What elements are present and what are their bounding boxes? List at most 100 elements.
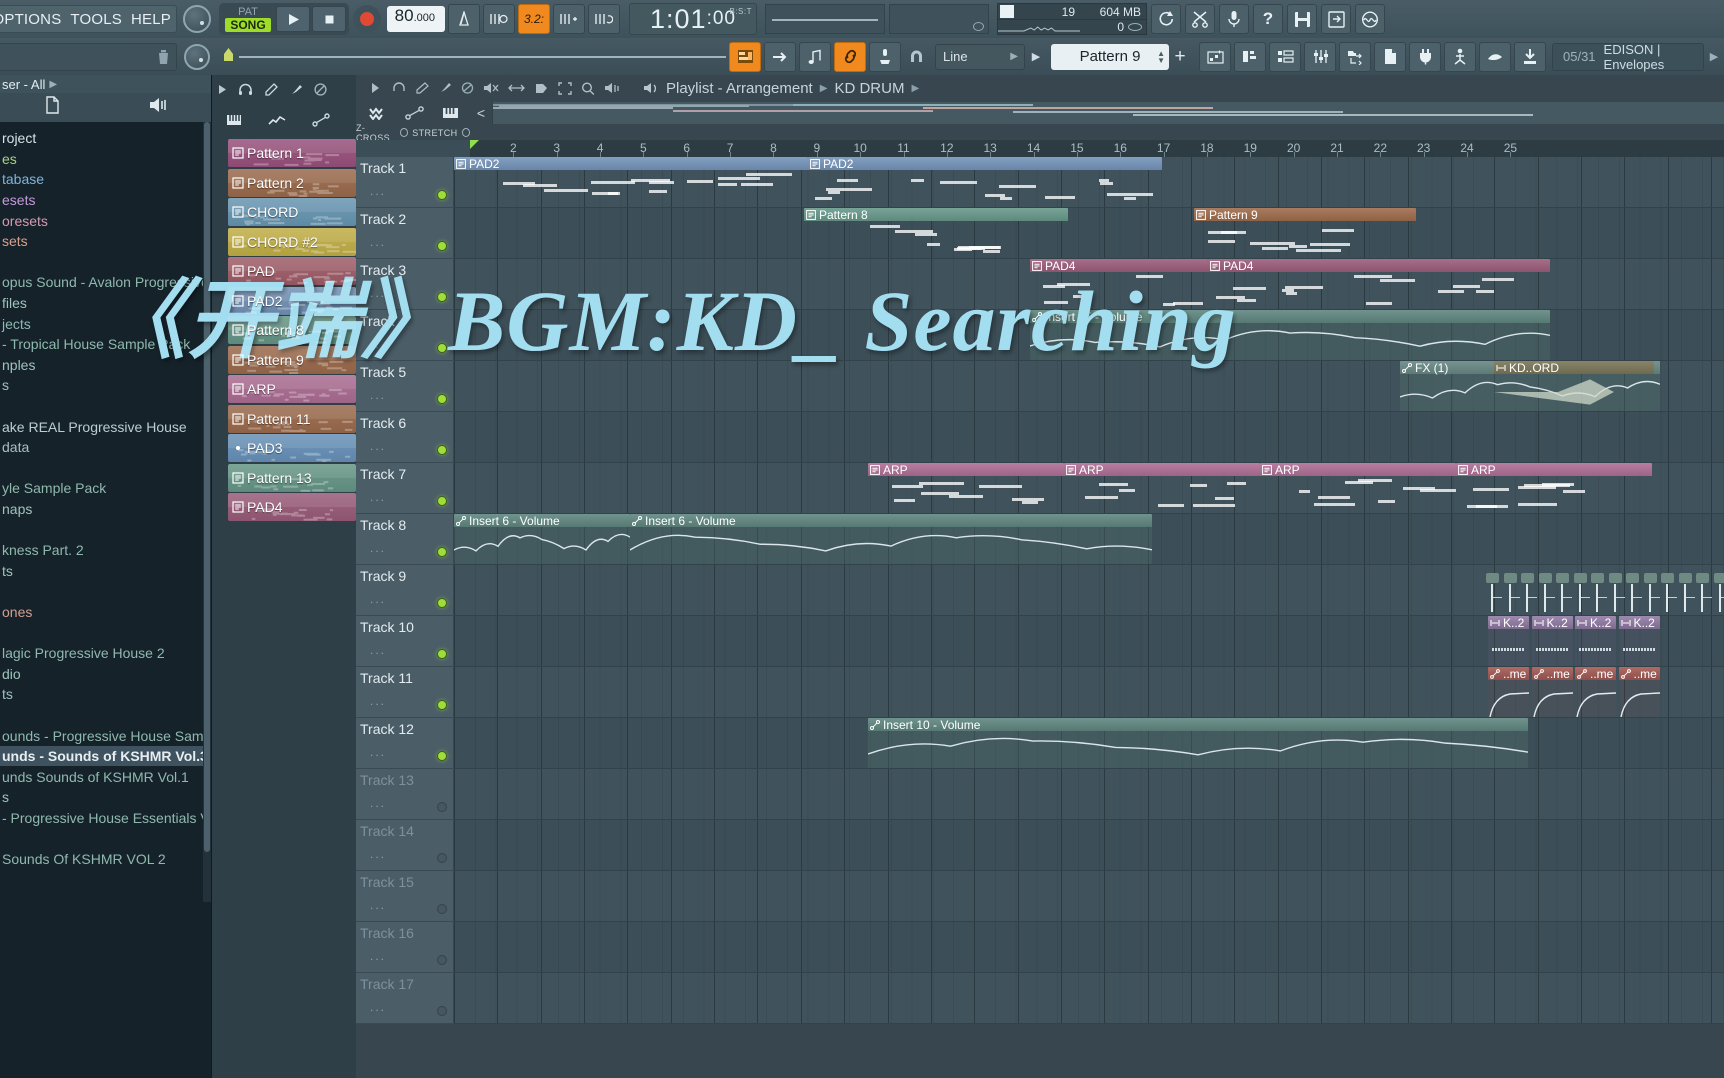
browser-scroll-thumb[interactable] bbox=[204, 122, 210, 852]
track-lane[interactable]: ..me ..me ..me ..me bbox=[454, 667, 1724, 718]
track-header[interactable]: Track 14... bbox=[356, 820, 454, 871]
playlist-clip[interactable]: PAD2 bbox=[454, 157, 808, 207]
browser-item[interactable]: nples bbox=[0, 355, 211, 376]
magnet-icon[interactable] bbox=[368, 106, 387, 120]
track-led[interactable] bbox=[437, 904, 447, 914]
loop-record-button[interactable] bbox=[588, 4, 620, 34]
quantize-button[interactable]: 3.2: bbox=[518, 4, 550, 34]
edition-next-arrow[interactable]: ▶ bbox=[1704, 50, 1724, 63]
stretch-toggle[interactable] bbox=[461, 128, 470, 137]
master-volume-knob[interactable] bbox=[183, 5, 211, 33]
export-button[interactable] bbox=[1321, 4, 1351, 34]
playlist-clip[interactable]: K..2 bbox=[1575, 616, 1616, 666]
export-mp3-button[interactable] bbox=[1479, 41, 1511, 72]
track-menu-dots[interactable]: ... bbox=[370, 184, 386, 198]
track-led[interactable] bbox=[437, 802, 447, 812]
browser-item[interactable]: dio bbox=[0, 663, 211, 684]
playlist-clip[interactable]: ..me bbox=[1618, 667, 1660, 717]
snap-select[interactable]: Line ▶ bbox=[935, 43, 1025, 70]
track-menu-dots[interactable]: ... bbox=[370, 745, 386, 759]
track-header[interactable]: Track 5... bbox=[356, 361, 454, 412]
playlist-back-button[interactable]: < bbox=[470, 102, 492, 124]
browser-item[interactable]: kness Part. 2 bbox=[0, 540, 211, 561]
track-header[interactable]: Track 4... bbox=[356, 310, 454, 361]
track-menu-dots[interactable]: ... bbox=[370, 490, 386, 504]
track-menu-dots[interactable]: ... bbox=[370, 847, 386, 861]
line-icon[interactable] bbox=[312, 113, 330, 127]
delete-icon[interactable] bbox=[461, 82, 474, 94]
track-lane[interactable] bbox=[454, 871, 1724, 922]
track-lane[interactable]: Pattern 8 Pattern 9 bbox=[454, 208, 1724, 259]
track-menu-dots[interactable]: ... bbox=[370, 898, 386, 912]
pattern-list-item[interactable]: CHORD #2 bbox=[228, 227, 356, 256]
track-led[interactable] bbox=[437, 292, 447, 302]
playlist-clip[interactable]: ARP bbox=[868, 463, 1064, 513]
draw-tool-button[interactable] bbox=[764, 41, 796, 72]
pitch-knob[interactable] bbox=[184, 43, 210, 70]
download-button[interactable] bbox=[1514, 41, 1546, 72]
playlist-clip[interactable]: ARP bbox=[1064, 463, 1260, 513]
browser-item[interactable]: opus Sound - Avalon Progressive House bbox=[0, 272, 211, 293]
paint-icon[interactable] bbox=[438, 82, 452, 94]
playlist-ruler[interactable]: 2 3 4 5 6 7 8 9 10 11 12 13 14 15 16 17 18 19 20 21 22 23 24 25 bbox=[356, 140, 1724, 157]
playlist-clip[interactable]: ARP bbox=[1260, 463, 1456, 513]
track-menu-dots[interactable]: ... bbox=[370, 286, 386, 300]
track-header[interactable]: Track 10... bbox=[356, 616, 454, 667]
playlist-clip[interactable]: ..me bbox=[1488, 667, 1529, 717]
track-lane[interactable] bbox=[454, 922, 1724, 973]
track-menu-dots[interactable]: ... bbox=[370, 541, 386, 555]
browser-item[interactable]: jects bbox=[0, 313, 211, 334]
automation-icon[interactable] bbox=[268, 113, 286, 127]
channel-rack-button[interactable] bbox=[1269, 41, 1301, 72]
wave-button[interactable] bbox=[1355, 4, 1385, 34]
browser-scrollbar[interactable] bbox=[203, 122, 211, 902]
mixer-faders-button[interactable] bbox=[1304, 41, 1336, 72]
pattern-list-item[interactable]: Pattern 9 bbox=[228, 345, 356, 374]
export-wav-button[interactable] bbox=[1444, 41, 1476, 72]
playlist-clip[interactable]: ..me bbox=[1531, 667, 1573, 717]
browser-item[interactable]: ts bbox=[0, 684, 211, 705]
browser-item[interactable]: ounds - Progressive House Sample Pack bbox=[0, 725, 211, 746]
track-menu-dots[interactable]: ... bbox=[370, 1000, 386, 1014]
track-led[interactable] bbox=[437, 394, 447, 404]
play-button[interactable] bbox=[276, 6, 310, 32]
playlist-clip[interactable]: K..2 bbox=[1488, 616, 1529, 666]
track-led[interactable] bbox=[437, 700, 447, 710]
track-lane[interactable] bbox=[454, 820, 1724, 871]
slip-icon[interactable] bbox=[534, 82, 549, 95]
playlist-clip[interactable]: Insert 6 - Volume bbox=[454, 514, 630, 564]
track-menu-dots[interactable]: ... bbox=[370, 439, 386, 453]
browser-item[interactable]: data bbox=[0, 437, 211, 458]
stop-button[interactable] bbox=[312, 6, 346, 32]
record-button[interactable] bbox=[353, 5, 381, 33]
browser-file-button[interactable] bbox=[44, 96, 61, 119]
piano-roll-button[interactable] bbox=[1234, 41, 1266, 72]
magnet-button[interactable] bbox=[901, 50, 931, 64]
pattern-list-item[interactable]: PAD2 bbox=[228, 286, 356, 315]
track-led[interactable] bbox=[437, 649, 447, 659]
browser-list[interactable]: roject es tabase esets oresets sets opus Sound… bbox=[0, 122, 211, 1078]
track-header[interactable]: Track 2... bbox=[356, 208, 454, 259]
playlist-clip[interactable]: Insert 15 - Volume bbox=[1030, 310, 1550, 360]
track-led[interactable] bbox=[437, 547, 447, 557]
track-header[interactable]: Track 13... bbox=[356, 769, 454, 820]
add-pattern-button[interactable]: + bbox=[1169, 44, 1191, 70]
play-icon[interactable] bbox=[218, 84, 227, 95]
browser-item[interactable]: sets bbox=[0, 231, 211, 252]
metronome-button[interactable] bbox=[448, 4, 480, 34]
master-volume-knob-wrap[interactable] bbox=[177, 0, 217, 38]
playlist-overview[interactable] bbox=[492, 102, 1724, 124]
track-menu-dots[interactable]: ... bbox=[370, 337, 386, 351]
pattern-list-item[interactable]: PAD4 bbox=[228, 493, 356, 521]
chevron-right-icon[interactable]: ▶ bbox=[49, 79, 57, 90]
time-display[interactable]: 1:01:00 B:S:T bbox=[629, 3, 757, 35]
pattern-list-item[interactable]: Pattern 11 bbox=[228, 404, 356, 433]
wait-for-input-button[interactable] bbox=[483, 4, 515, 34]
track-lane[interactable]: Insert 10 - Volume bbox=[454, 718, 1724, 769]
slip-tool-button[interactable] bbox=[799, 41, 831, 72]
track-header[interactable]: Track 7... bbox=[356, 463, 454, 514]
playlist-clip[interactable]: ..me bbox=[1575, 667, 1616, 717]
track-header[interactable]: Track 6... bbox=[356, 412, 454, 463]
browser-item[interactable]: esets bbox=[0, 190, 211, 211]
link-tool-button[interactable] bbox=[834, 41, 866, 72]
